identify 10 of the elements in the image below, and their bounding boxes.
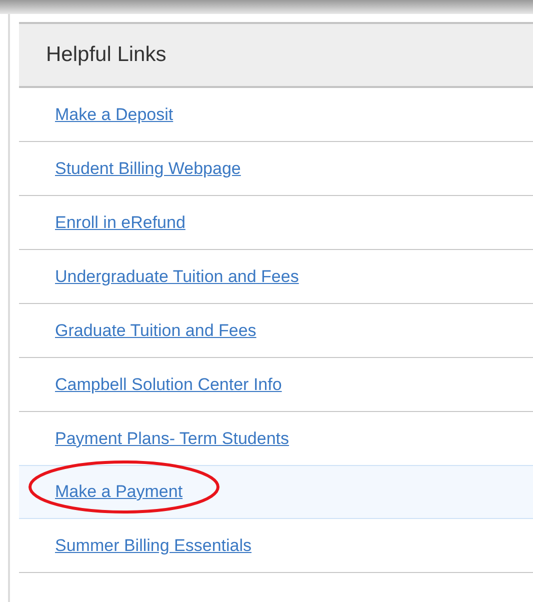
link[interactable]: Graduate Tuition and Fees	[55, 320, 256, 340]
link[interactable]: Make a Payment	[55, 482, 183, 501]
link[interactable]: Campbell Solution Center Info	[55, 374, 282, 394]
link[interactable]: Summer Billing Essentials	[55, 536, 252, 554]
link[interactable]: Undergraduate Tuition and Fees	[55, 266, 299, 286]
panel-title: Helpful Links	[46, 42, 166, 68]
link[interactable]: Make a Deposit	[55, 104, 174, 124]
link[interactable]: Enroll in eRefund	[55, 212, 186, 232]
link[interactable]: Student Billing Webpage	[55, 158, 241, 178]
link[interactable]: Payment Plans- Term Students	[55, 428, 290, 448]
